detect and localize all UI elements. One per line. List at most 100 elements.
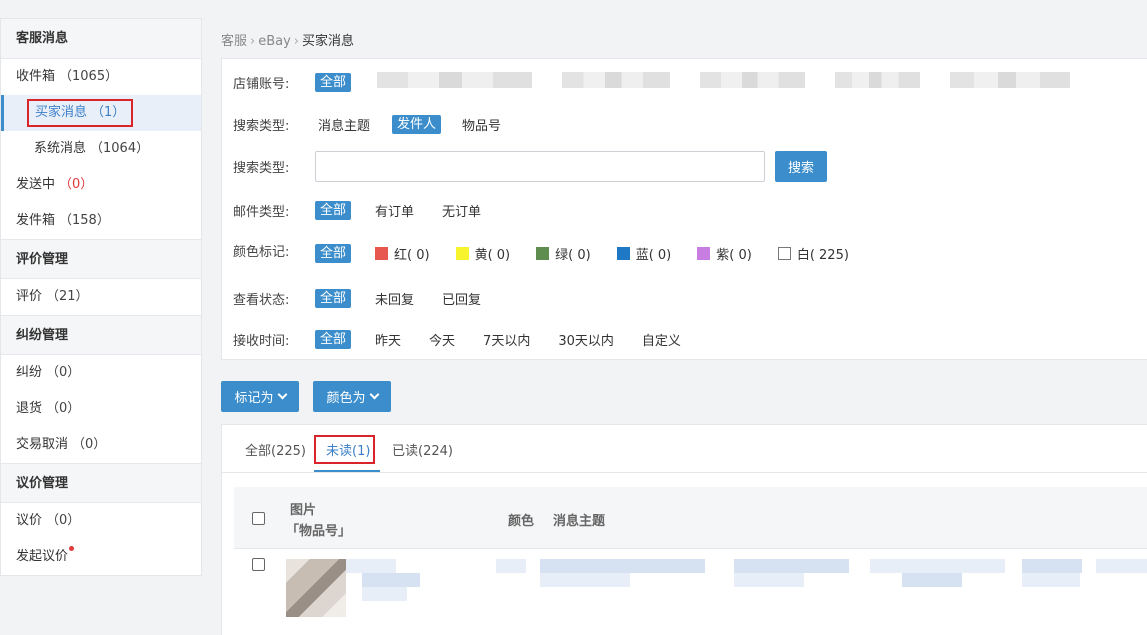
sidebar-item-disputes[interactable]: 纠纷 （0） [1, 355, 201, 391]
redacted-block [902, 573, 962, 587]
sidebar-section-title: 议价管理 [1, 463, 201, 503]
row-checkbox[interactable] [252, 558, 265, 571]
active-tab-indicator [314, 470, 380, 472]
sidebar-item-buyer-messages[interactable]: 买家消息 （1） [1, 95, 201, 131]
redacted-block [700, 72, 806, 88]
sidebar-item-start-offer[interactable]: 发起议价 [1, 539, 201, 575]
redacted-block [346, 559, 396, 573]
blue-swatch [616, 247, 630, 260]
column-header-color: 颜色 [508, 514, 535, 529]
green-swatch [536, 247, 550, 260]
sidebar-item-offers[interactable]: 议价 （0） [1, 503, 201, 539]
redacted-block [1096, 559, 1147, 573]
white-swatch [777, 247, 791, 260]
column-header-item-no: 「物品号」 [286, 524, 352, 539]
redacted-block [540, 573, 630, 587]
highlight-box [314, 435, 375, 464]
filter-panel: 店铺账号: 全部 搜索类型: 消息主题 发件人 物品号 搜索类型: 搜索 邮件类… [221, 58, 1147, 360]
option-without-order[interactable]: 无订单 [442, 201, 481, 220]
option-subject[interactable]: 消息主题 [318, 115, 370, 134]
search-input[interactable] [315, 151, 765, 182]
time-all-option[interactable]: 全部 [315, 330, 352, 349]
redacted-block [377, 72, 533, 88]
redacted-block [1022, 573, 1080, 587]
color-all-option[interactable]: 全部 [315, 244, 352, 263]
redacted-block [734, 559, 849, 573]
red-swatch [375, 247, 389, 260]
filter-label: 搜索类型: [233, 119, 290, 134]
redacted-block [496, 559, 526, 573]
sidebar-item-feedback[interactable]: 评价 （21） [1, 279, 201, 315]
redacted-block [870, 559, 1005, 573]
color-option-red[interactable]: 红( 0) [375, 244, 430, 263]
filter-label: 搜索类型: [233, 161, 290, 176]
filter-label: 颜色标记: [233, 245, 290, 260]
item-thumbnail-redacted [286, 559, 346, 617]
sidebar-item-outbox[interactable]: 发件箱 （158） [1, 203, 201, 239]
color-option-blue[interactable]: 蓝( 0) [616, 244, 671, 263]
sidebar-section-title: 客服消息 [1, 19, 201, 59]
filter-label: 查看状态: [233, 293, 290, 308]
breadcrumb-item[interactable]: eBay [258, 34, 291, 49]
store-all-option[interactable]: 全部 [315, 72, 352, 92]
option-sender[interactable]: 发件人 [392, 115, 442, 134]
color-option-yellow[interactable]: 黄( 0) [455, 244, 510, 263]
filter-row-search-type: 搜索类型: 消息主题 发件人 物品号 [233, 115, 501, 134]
search-button[interactable]: 搜索 [775, 151, 827, 182]
filter-row-color-tag: 颜色标记: 全部 红( 0) 黄( 0) 绿( 0) 蓝( 0) 紫( 0) 白… [233, 244, 875, 263]
purple-swatch [697, 247, 711, 260]
redacted-block [540, 559, 705, 573]
redacted-block [734, 573, 804, 587]
sidebar: 客服消息 收件箱 （1065） 买家消息 （1） 系统消息 （1064） 发送中 （0）… [0, 18, 202, 576]
filter-label: 邮件类型: [233, 205, 290, 220]
option-yesterday[interactable]: 昨天 [375, 330, 401, 349]
sidebar-item-cancellations[interactable]: 交易取消 （0） [1, 427, 201, 463]
filter-row-store: 店铺账号: 全部 [233, 72, 1100, 92]
sidebar-item-inbox[interactable]: 收件箱 （1065） [1, 59, 201, 95]
sidebar-section-title: 评价管理 [1, 239, 201, 279]
redacted-block [362, 587, 407, 601]
redacted-block [835, 72, 921, 88]
color-option-green[interactable]: 绿( 0) [536, 244, 591, 263]
tab-all[interactable]: 全部(225) [245, 440, 306, 459]
filter-label: 店铺账号: [233, 76, 290, 92]
chevron-right-icon: › [250, 34, 256, 49]
filter-row-search: 搜索类型: 搜索 [233, 151, 827, 182]
color-option-white[interactable]: 白( 225) [777, 244, 849, 263]
sidebar-section-title: 纠纷管理 [1, 315, 201, 355]
option-with-order[interactable]: 有订单 [375, 201, 414, 220]
status-all-option[interactable]: 全部 [315, 289, 352, 308]
mark-as-button[interactable]: 标记为 [221, 381, 299, 412]
sidebar-item-system-messages[interactable]: 系统消息 （1064） [1, 131, 201, 167]
redacted-block [950, 72, 1071, 88]
sidebar-item-sending[interactable]: 发送中 （0） [1, 167, 201, 203]
chevron-down-icon [369, 389, 379, 400]
filter-row-view-status: 查看状态: 全部 未回复 已回复 [233, 289, 481, 308]
chevron-right-icon: › [293, 34, 299, 49]
color-option-purple[interactable]: 紫( 0) [697, 244, 752, 263]
highlight-box: 买家消息 （1） [27, 99, 134, 127]
table-header: 图片 「物品号」 颜色 消息主题 [234, 487, 1147, 549]
option-replied[interactable]: 已回复 [442, 289, 481, 308]
breadcrumb-current: 买家消息 [302, 34, 355, 49]
notification-dot [69, 546, 75, 551]
filter-row-mail-type: 邮件类型: 全部 有订单 无订单 [233, 201, 481, 220]
mail-type-all-option[interactable]: 全部 [315, 201, 352, 220]
option-today[interactable]: 今天 [429, 330, 455, 349]
breadcrumb: 客服 › eBay › 买家消息 [221, 30, 354, 49]
filter-row-receive-time: 接收时间: 全部 昨天 今天 7天以内 30天以内 自定义 [233, 330, 681, 349]
option-custom[interactable]: 自定义 [642, 330, 681, 349]
redacted-block [362, 573, 420, 587]
breadcrumb-item[interactable]: 客服 [221, 34, 247, 49]
chevron-down-icon [277, 389, 287, 400]
tab-bar: 全部(225) 未读(1) 已读(224) [222, 425, 1147, 473]
option-unreplied[interactable]: 未回复 [375, 289, 414, 308]
option-30-days[interactable]: 30天以内 [558, 330, 614, 349]
color-as-button[interactable]: 颜色为 [313, 381, 391, 412]
redacted-block [1022, 559, 1082, 573]
tab-read[interactable]: 已读(224) [392, 440, 453, 459]
select-all-checkbox[interactable] [252, 512, 265, 525]
sidebar-item-returns[interactable]: 退货 （0） [1, 391, 201, 427]
option-7-days[interactable]: 7天以内 [483, 330, 530, 349]
option-item-no[interactable]: 物品号 [462, 115, 501, 134]
